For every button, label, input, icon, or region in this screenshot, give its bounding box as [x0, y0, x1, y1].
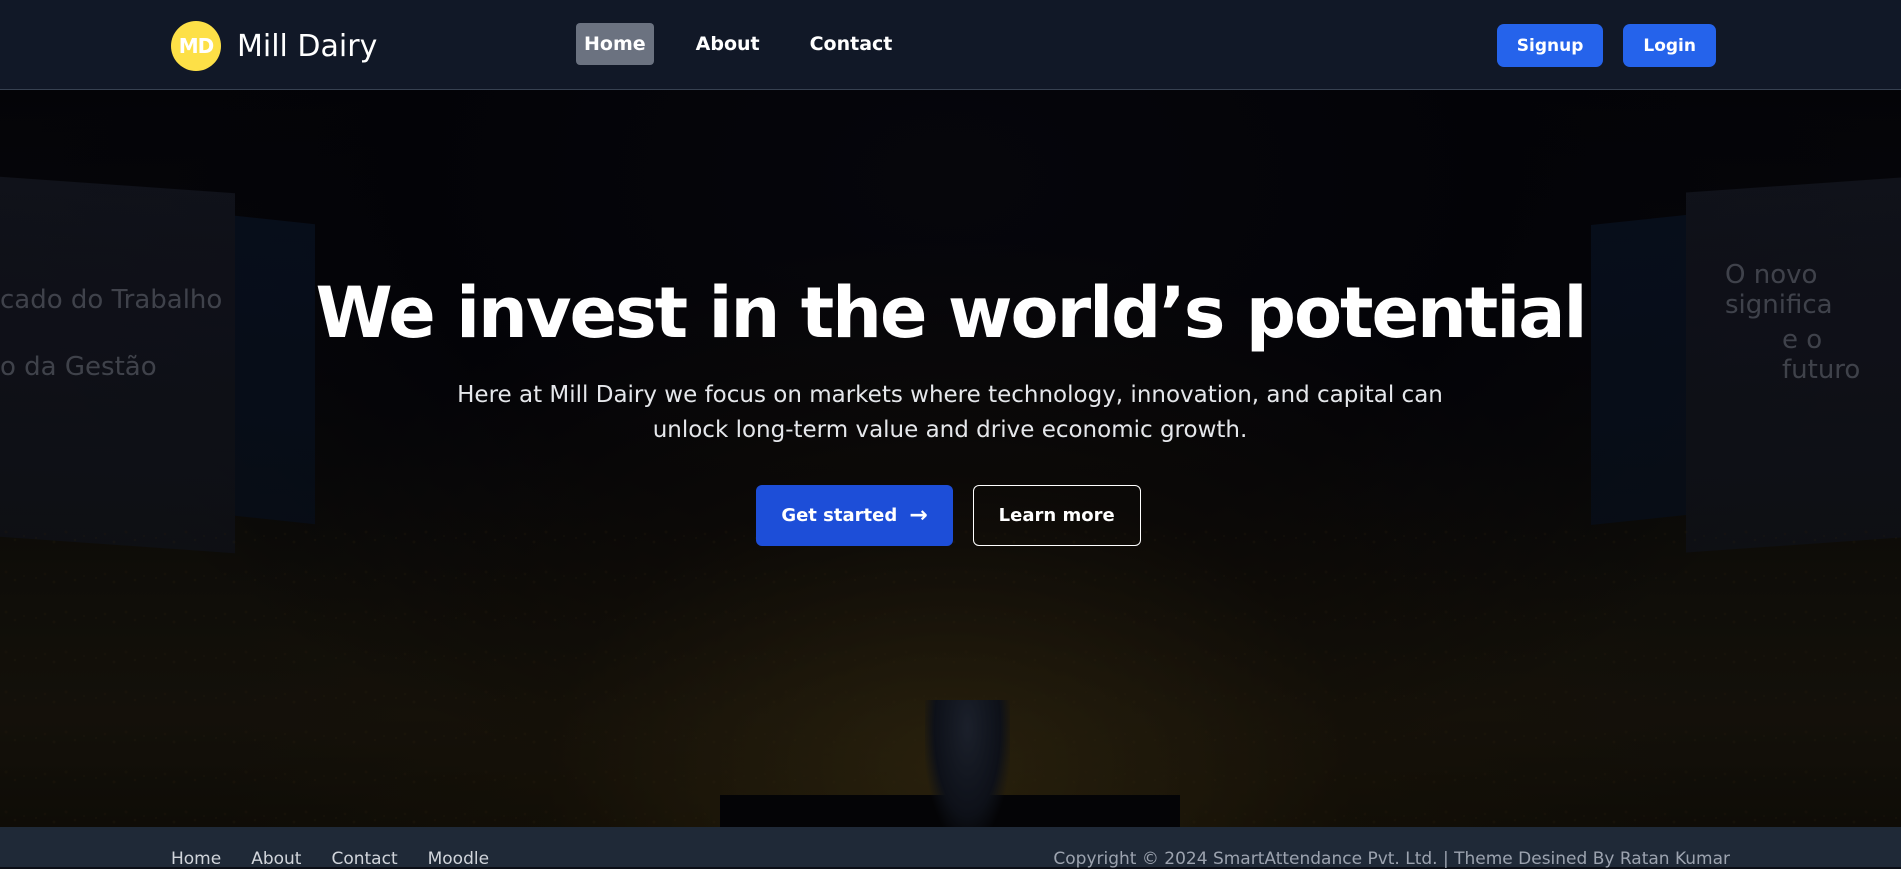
nav-link-about[interactable]: About	[688, 23, 768, 65]
signup-button[interactable]: Signup	[1496, 24, 1604, 67]
hero-title: We invest in the world’s potential	[315, 272, 1588, 354]
login-button[interactable]: Login	[1623, 24, 1716, 67]
footer-link-about[interactable]: About	[251, 849, 301, 869]
arrow-right-icon: →	[909, 503, 928, 528]
top-navbar: MD Mill Dairy Home About Contact Signup …	[0, 0, 1901, 90]
get-started-button[interactable]: Get started →	[756, 485, 953, 546]
brand-name: Mill Dairy	[237, 28, 378, 64]
auth-buttons: Signup Login	[1477, 24, 1716, 67]
footer-nav: Home About Contact Moodle	[171, 849, 519, 869]
copyright-text: Copyright © 2024 SmartAttendance Pvt. Lt…	[1053, 849, 1730, 869]
hero-overlay	[0, 90, 1901, 827]
brand-link[interactable]: MD Mill Dairy	[171, 21, 377, 71]
main-nav: Home About Contact	[576, 23, 934, 65]
hero-section: cado do Trabalho o da Gestão O novo sign…	[0, 90, 1901, 827]
hero-subtitle: Here at Mill Dairy we focus on markets w…	[457, 382, 1443, 443]
learn-more-button[interactable]: Learn more	[972, 485, 1141, 546]
nav-link-home[interactable]: Home	[576, 23, 654, 65]
footer-link-contact[interactable]: Contact	[331, 849, 397, 869]
nav-link-contact[interactable]: Contact	[802, 23, 901, 65]
get-started-label: Get started	[781, 505, 898, 526]
footer-link-moodle[interactable]: Moodle	[428, 849, 489, 869]
footer-link-home[interactable]: Home	[171, 849, 221, 869]
footer: Home About Contact Moodle Copyright © 20…	[0, 827, 1901, 869]
hero-buttons: Get started → Learn more	[0, 485, 1901, 546]
brand-logo: MD	[171, 21, 221, 71]
